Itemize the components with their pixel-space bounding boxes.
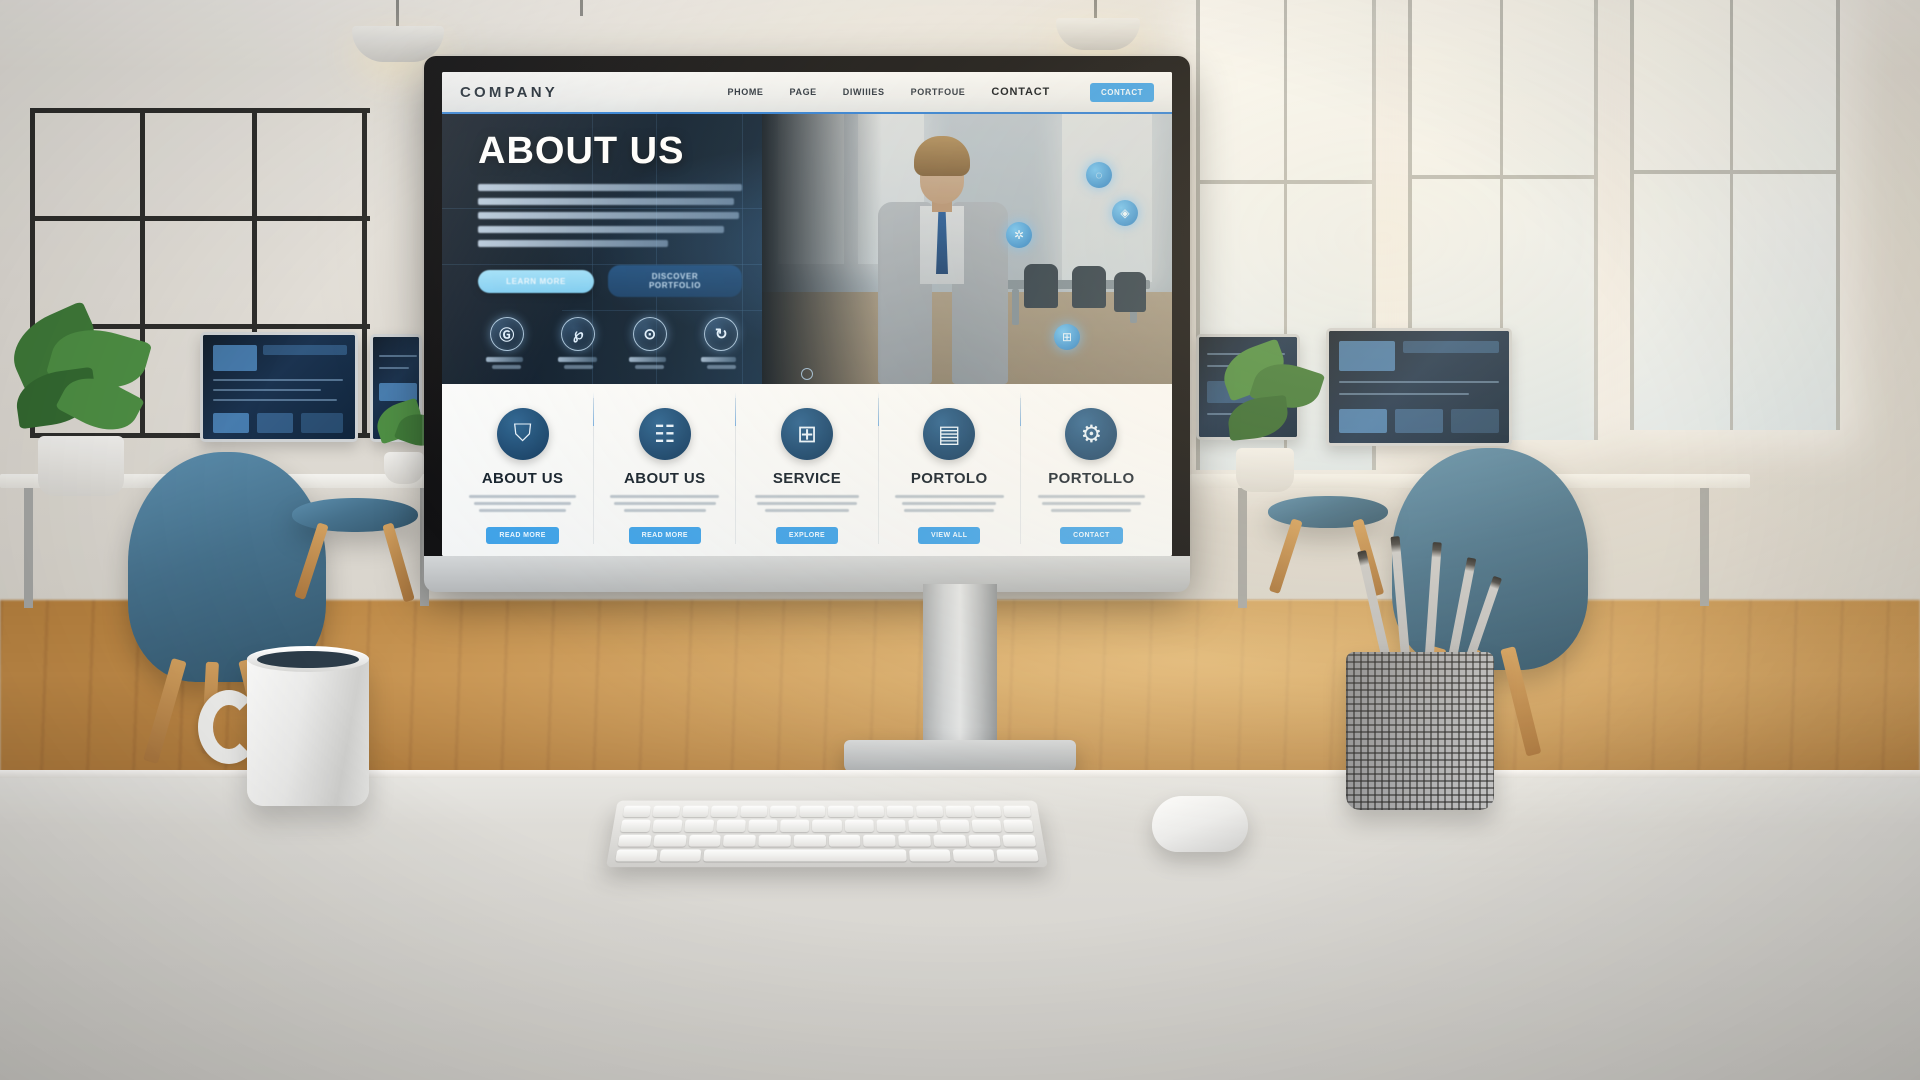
card-button[interactable]: CONTACT (1060, 527, 1123, 544)
keyboard-row (617, 834, 1037, 847)
monitor-screen: COMPANY PHOME PAGE DIWIIIES PORTFOUE CON… (442, 72, 1172, 556)
nav-cta-button[interactable]: CONTACT (1089, 82, 1154, 102)
growth-icon: ℘ (561, 317, 596, 351)
nav-link-home[interactable]: PHOME (728, 87, 764, 97)
keyboard-row (622, 805, 1032, 818)
hero-feature-4[interactable]: ↻ (700, 317, 743, 369)
monitor-chin (424, 556, 1190, 592)
mug-interior (257, 651, 359, 668)
hero-feature-1[interactable]: Ⓖ (486, 317, 528, 369)
hero-feature-3[interactable]: ⊙ (629, 317, 671, 369)
gear-icon: ⚙ (1065, 408, 1118, 460)
target-icon: ⊙ (632, 317, 667, 351)
hero-badge-globe[interactable]: ◌ (1086, 162, 1112, 188)
hero-title: ABOUT US (478, 130, 685, 172)
nav-link-services[interactable]: DIWIIIES (843, 87, 885, 97)
refresh-icon: ↻ (704, 317, 739, 351)
desktop-monitor: COMPANY PHOME PAGE DIWIIIES PORTFOUE CON… (424, 56, 1190, 586)
hero-feature-icons: Ⓖ ℘ ⊙ ↻ (478, 317, 742, 369)
nav-link-contact[interactable]: CONTACT (991, 86, 1050, 98)
site-navbar: COMPANY PHOME PAGE DIWIIIES PORTFOUE CON… (442, 72, 1172, 114)
feature-cards-row: ⛉ ABOUT US READ MORE ☷ ABOUT US READ MOR… (442, 384, 1172, 556)
plant-pot-right (1236, 448, 1294, 492)
feature-card[interactable]: ⊞ SERVICE EXPLORE (736, 392, 879, 544)
site-nav-links: PHOME PAGE DIWIIIES PORTFOUE CONTACT CON… (728, 82, 1154, 102)
card-body-text (604, 495, 725, 512)
nav-link-page[interactable]: PAGE (790, 87, 817, 97)
document-icon: ▤ (923, 408, 976, 460)
hero-secondary-button[interactable]: DISCOVER PORTFOLIO (608, 265, 742, 297)
briefcase-shield-icon: ⛉ (496, 408, 549, 460)
computer-mouse[interactable] (1152, 796, 1248, 852)
keyboard[interactable] (606, 800, 1048, 868)
hero-feature-2[interactable]: ℘ (557, 317, 600, 369)
globe-icon: Ⓖ (489, 317, 524, 351)
plant-pot-left (38, 436, 124, 496)
hero-section: ◌ ✲ ◈ ⊞ ABOUT US LEARN MORE DISCOVER POR… (442, 114, 1172, 384)
card-body-text (746, 495, 867, 512)
hero-body-text (478, 184, 742, 247)
monitor-stand-neck (923, 584, 997, 766)
monitor-bezel: COMPANY PHOME PAGE DIWIIIES PORTFOUE CON… (424, 56, 1190, 586)
window-right-3 (1630, 0, 1840, 430)
feature-card[interactable]: ⚙ PORTOLLO CONTACT (1021, 398, 1162, 544)
monitor-stand-base (844, 740, 1076, 774)
card-title: PORTOLO (910, 470, 988, 487)
plant-pot-mid (384, 452, 424, 484)
feature-card[interactable]: ▤ PORTOLO VIEW ALL (879, 392, 1021, 544)
card-button[interactable]: READ MORE (486, 527, 559, 544)
back-desk-right-leg (1238, 488, 1247, 608)
card-body-text (1031, 495, 1152, 512)
card-title: SERVICE (772, 470, 842, 487)
pendant-cord-mid (580, 0, 583, 16)
back-desk-left-leg (24, 488, 33, 608)
website-mockup: COMPANY PHOME PAGE DIWIIIES PORTFOUE CON… (442, 72, 1172, 556)
hero-content: ABOUT US LEARN MORE DISCOVER PORTFOLIO Ⓖ… (442, 114, 742, 369)
card-body-text (462, 495, 583, 512)
nav-link-portfolio[interactable]: PORTFOUE (911, 87, 966, 97)
back-desk-right-leg-2 (1700, 488, 1709, 606)
card-button[interactable]: EXPLORE (775, 527, 839, 544)
card-body-text (889, 495, 1010, 512)
hero-primary-button[interactable]: LEARN MORE (478, 269, 594, 293)
hero-badge-node[interactable]: ◈ (1112, 200, 1138, 226)
feature-card[interactable]: ⛉ ABOUT US READ MORE (452, 392, 595, 544)
hero-badge-network[interactable]: ✲ (1006, 222, 1032, 248)
pendant-lamp-right (1056, 18, 1140, 50)
feature-card[interactable]: ☷ ABOUT US READ MORE (594, 392, 737, 544)
card-title: PORTOLLO (1048, 470, 1135, 487)
office-scene: COMPANY PHOME PAGE DIWIIIES PORTFOUE CON… (0, 0, 1920, 1080)
mesh-pencil-cup[interactable] (1346, 652, 1494, 810)
hero-badge-chart[interactable]: ⊞ (1054, 324, 1080, 350)
card-button[interactable]: VIEW ALL (918, 527, 981, 544)
back-monitor-4 (1326, 328, 1512, 446)
grid-window-icon: ⊞ (781, 408, 833, 460)
carousel-dot-icon[interactable] (801, 368, 813, 380)
hero-buttons: LEARN MORE DISCOVER PORTFOLIO (478, 265, 742, 297)
card-title: ABOUT US (481, 470, 564, 487)
card-title: ABOUT US (624, 470, 706, 487)
site-brand-logo[interactable]: COMPANY (460, 84, 558, 101)
card-button[interactable]: READ MORE (628, 527, 701, 544)
back-monitor-1 (200, 332, 358, 442)
keyboard-row (620, 819, 1034, 832)
keyboard-row (615, 849, 1039, 862)
hero-photo (762, 114, 1172, 384)
coffee-mug[interactable] (247, 654, 369, 806)
book-icon: ☷ (638, 408, 691, 460)
